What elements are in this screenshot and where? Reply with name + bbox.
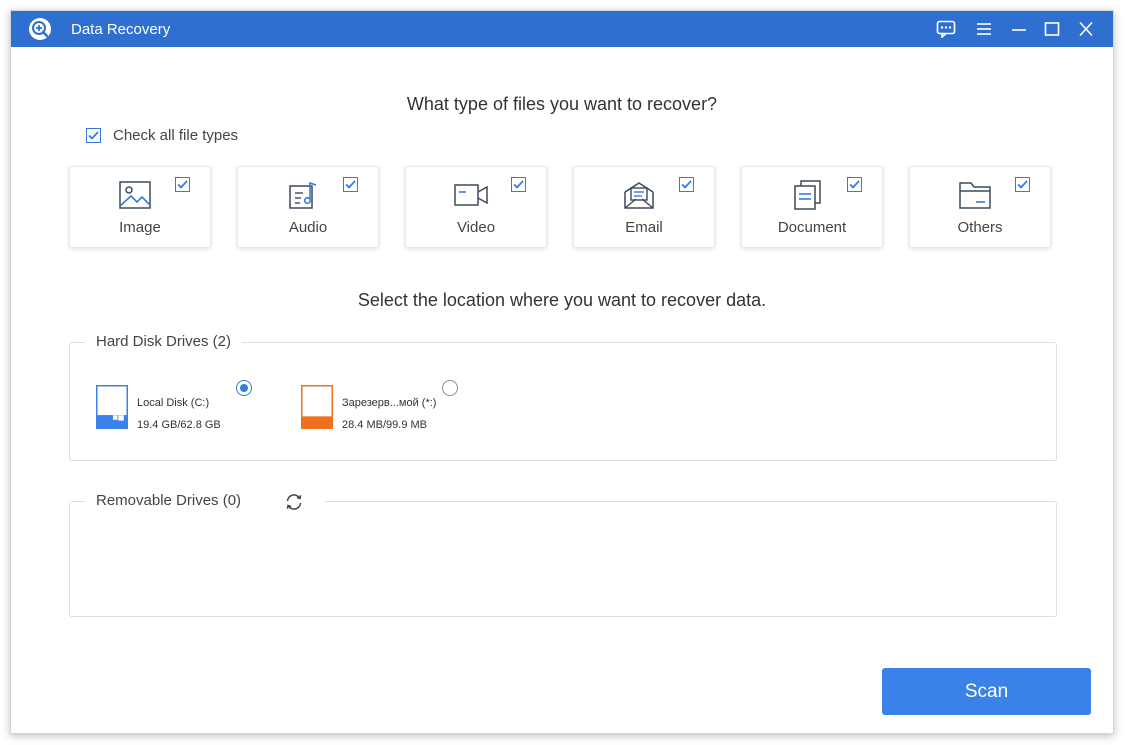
file-type-label: Others bbox=[957, 219, 1003, 236]
location-heading: Select the location where you want to re… bbox=[357, 290, 767, 310]
email-checkbox[interactable] bbox=[679, 177, 694, 192]
hard-disk-drives-group: Hard Disk Drives (2) Local Disk (C:) 19.… bbox=[69, 333, 1057, 461]
scan-button[interactable]: Scan bbox=[882, 668, 1091, 715]
window-title: Data Recovery bbox=[71, 21, 171, 38]
others-checkbox[interactable] bbox=[1015, 177, 1030, 192]
refresh-icon[interactable] bbox=[283, 491, 305, 513]
image-icon bbox=[119, 181, 151, 209]
minimize-icon[interactable] bbox=[1009, 20, 1029, 38]
feedback-icon[interactable] bbox=[936, 20, 956, 38]
app-window: Data Recovery What type of files you wan… bbox=[10, 10, 1114, 734]
email-icon bbox=[624, 182, 654, 209]
file-type-label: Document bbox=[777, 219, 847, 236]
windows-drive-icon bbox=[96, 385, 128, 429]
video-icon bbox=[454, 184, 488, 206]
file-type-label: Audio bbox=[288, 219, 328, 236]
app-logo-icon bbox=[29, 18, 51, 40]
removable-drives-legend: Removable Drives (0) bbox=[85, 492, 253, 509]
drive-size: 28.4 MB/99.9 MB bbox=[342, 419, 427, 431]
drive-radio[interactable] bbox=[236, 380, 252, 396]
close-icon[interactable] bbox=[1076, 20, 1096, 38]
drive-reserved[interactable]: Зарезерв...мой (*:) 28.4 MB/99.9 MB bbox=[301, 380, 461, 440]
check-all-checkbox[interactable] bbox=[86, 128, 101, 143]
file-type-card-others[interactable]: Others bbox=[909, 166, 1051, 248]
file-type-card-email[interactable]: Email bbox=[573, 166, 715, 248]
image-checkbox[interactable] bbox=[175, 177, 190, 192]
drive-local-disk-c[interactable]: Local Disk (C:) 19.4 GB/62.8 GB bbox=[96, 380, 256, 440]
drive-name: Зарезерв...мой (*:) bbox=[342, 397, 437, 409]
file-type-label: Video bbox=[456, 219, 496, 236]
drive-radio[interactable] bbox=[442, 380, 458, 396]
check-all-label: Check all file types bbox=[113, 127, 239, 144]
document-icon bbox=[794, 180, 821, 210]
audio-icon bbox=[289, 181, 317, 209]
removable-drives-group: Removable Drives (0) bbox=[69, 491, 1057, 617]
drive-icon bbox=[301, 385, 333, 429]
file-type-card-video[interactable]: Video bbox=[405, 166, 547, 248]
video-checkbox[interactable] bbox=[511, 177, 526, 192]
drive-name: Local Disk (C:) bbox=[137, 397, 210, 409]
file-type-card-image[interactable]: Image bbox=[69, 166, 211, 248]
menu-icon[interactable] bbox=[974, 20, 994, 38]
folder-icon bbox=[959, 182, 991, 209]
audio-checkbox[interactable] bbox=[343, 177, 358, 192]
maximize-icon[interactable] bbox=[1042, 20, 1062, 38]
hard-disk-drives-legend: Hard Disk Drives (2) bbox=[85, 333, 243, 350]
drive-size: 19.4 GB/62.8 GB bbox=[137, 419, 221, 431]
title-bar[interactable]: Data Recovery bbox=[11, 11, 1113, 47]
file-type-card-document[interactable]: Document bbox=[741, 166, 883, 248]
file-type-card-audio[interactable]: Audio bbox=[237, 166, 379, 248]
check-all-file-types[interactable]: Check all file types bbox=[86, 127, 238, 144]
file-types-heading: What type of files you want to recover? bbox=[406, 94, 718, 114]
file-type-label: Email bbox=[625, 219, 663, 236]
document-checkbox[interactable] bbox=[847, 177, 862, 192]
file-type-label: Image bbox=[119, 219, 161, 236]
